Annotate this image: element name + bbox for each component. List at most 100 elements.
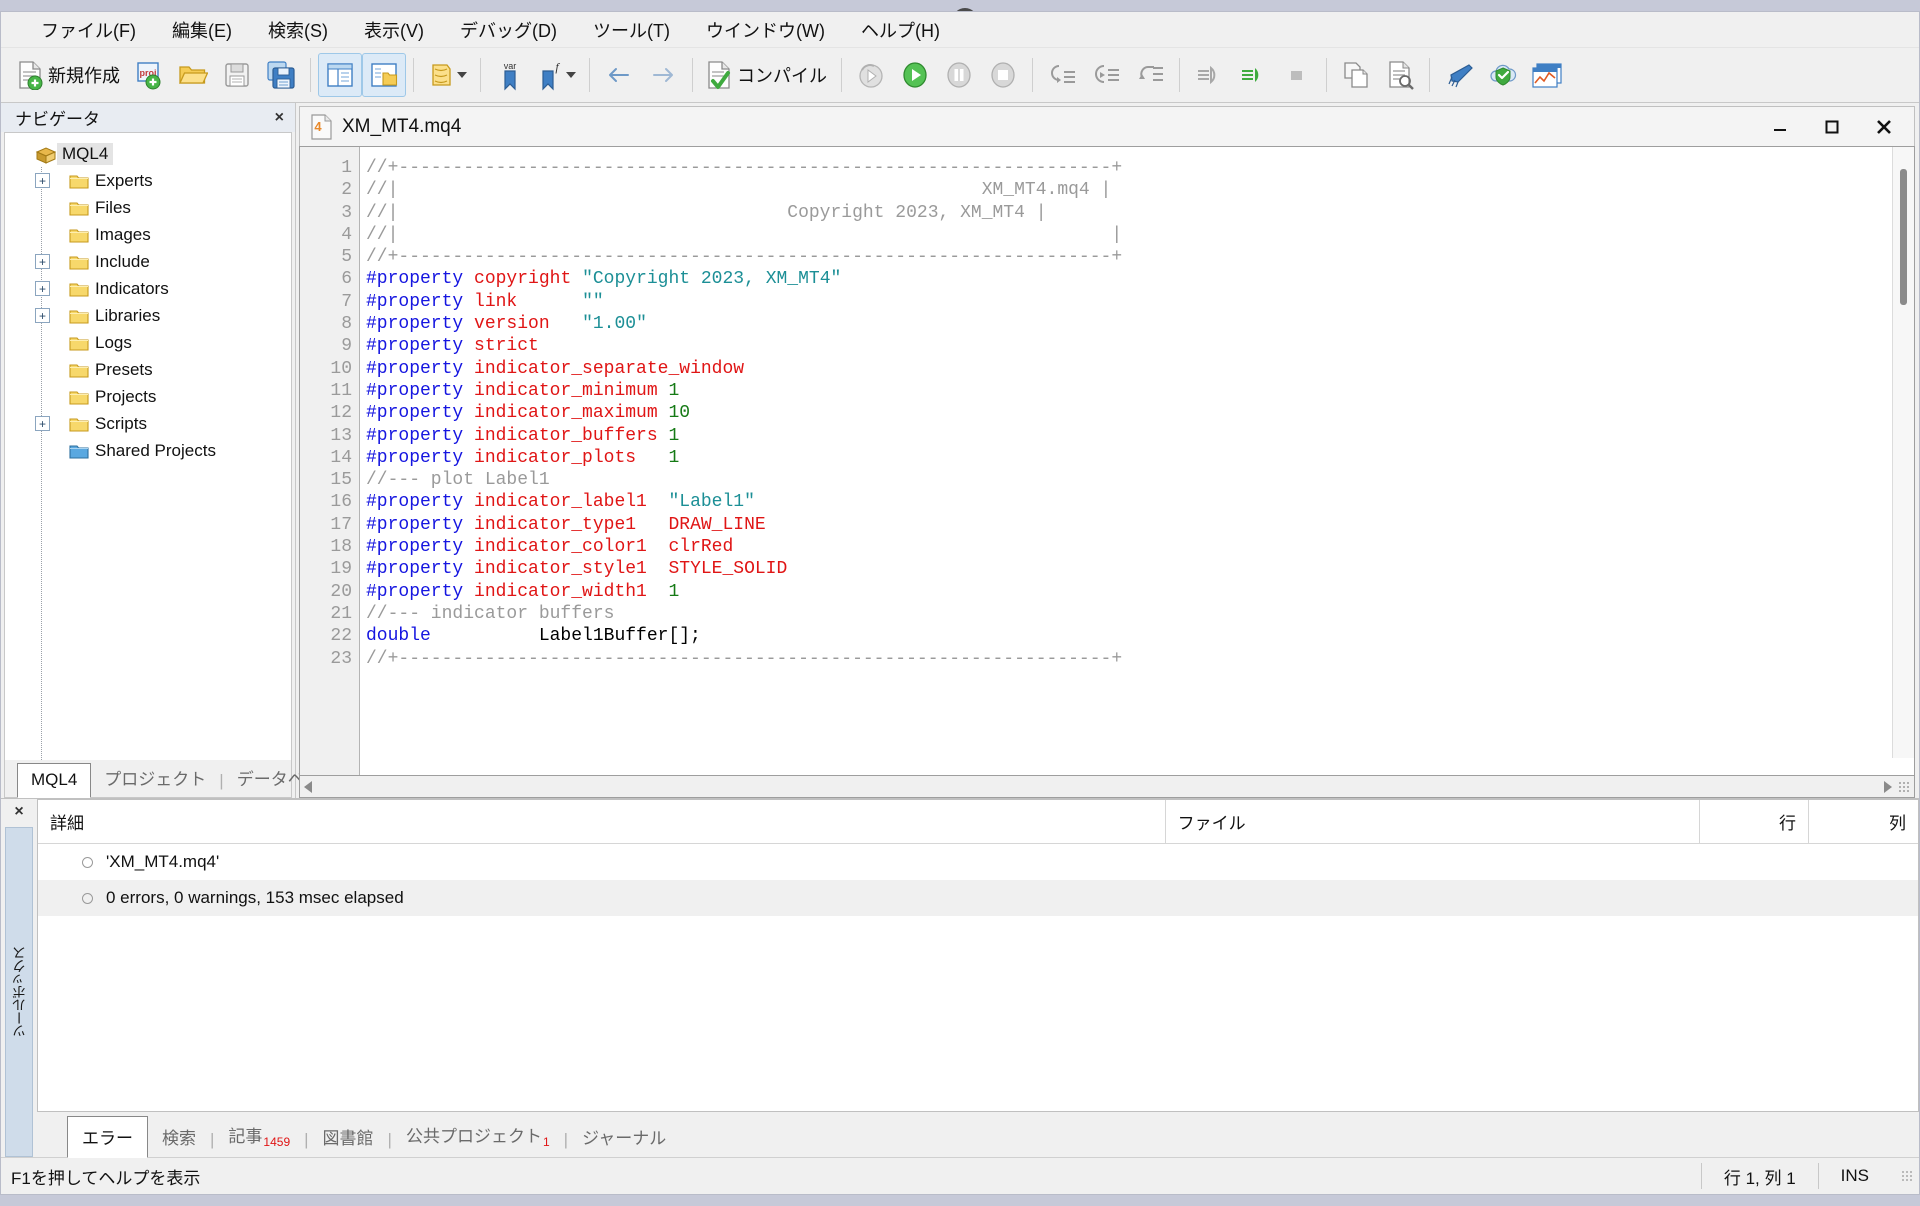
code-line[interactable]: //| XM_MT4.mq4 | [366,179,1914,201]
code-line[interactable]: double Label1Buffer[]; [366,625,1914,647]
menu-help[interactable]: ヘルプ(H) [843,13,958,47]
expand-icon[interactable]: + [35,416,50,431]
code-line[interactable]: #property indicator_maximum 10 [366,402,1914,424]
resize-grip-icon[interactable] [1901,1170,1913,1182]
pause-debug-button[interactable] [937,53,981,97]
resize-grip-icon[interactable] [1898,780,1910,793]
toggle-toolbox-button[interactable] [362,53,406,97]
table-row[interactable]: 'XM_MT4.mq4' [38,844,1918,880]
menu-window[interactable]: ウインドウ(W) [688,13,843,47]
save-all-button[interactable] [259,53,303,97]
mql5-cloud-button[interactable] [1481,53,1525,97]
expand-icon[interactable]: + [35,308,50,323]
tree-item-indicators[interactable]: + Indicators [5,275,291,302]
expand-icon[interactable]: + [35,254,50,269]
menu-edit[interactable]: 編集(E) [154,13,250,47]
save-button[interactable] [215,53,259,97]
editor-vertical-scrollbar[interactable] [1892,147,1914,758]
menu-tools[interactable]: ツール(T) [575,13,688,47]
step-into-button[interactable] [1040,53,1084,97]
code-line[interactable]: #property indicator_buffers 1 [366,425,1914,447]
menu-view[interactable]: 表示(V) [346,13,442,47]
menu-search[interactable]: 検索(S) [250,13,346,47]
open-file-button[interactable] [171,53,215,97]
toolbox-tab-journal[interactable]: ジャーナル [568,1117,680,1157]
toolbox-tab-library[interactable]: 図書館 [309,1117,388,1157]
charts-button[interactable] [1525,53,1569,97]
code-line[interactable]: #property indicator_minimum 1 [366,380,1914,402]
toolbox-tab-search[interactable]: 検索 [148,1117,210,1157]
navigate-forward-button[interactable] [641,53,685,97]
column-column[interactable]: 列 [1809,800,1918,843]
navigator-close-icon[interactable]: × [270,109,289,127]
code-line[interactable]: #property version "1.00" [366,313,1914,335]
run-to-cursor-button[interactable] [1187,53,1231,97]
toolbox-tab-articles[interactable]: 記事1459 [214,1115,304,1157]
tree-item-experts[interactable]: + Experts [5,167,291,194]
code-text[interactable]: //+-------------------------------------… [360,147,1914,775]
column-detail[interactable]: 詳細 [38,800,1166,843]
toolbox-vertical-tab[interactable]: ツールボックス [5,827,33,1157]
bookmark-dropdown-caret[interactable] [566,72,576,78]
restart-debug-button[interactable] [849,53,893,97]
continue-button[interactable] [1231,53,1275,97]
style-button[interactable] [1437,53,1481,97]
code-line[interactable]: #property strict [366,335,1914,357]
tree-item-presets[interactable]: Presets [5,356,291,383]
tree-item-mql4[interactable]: MQL4 [5,140,291,167]
tree-item-scripts[interactable]: + Scripts [5,410,291,437]
code-line[interactable]: #property indicator_separate_window [366,358,1914,380]
code-line[interactable]: #property indicator_label1 "Label1" [366,491,1914,513]
code-line[interactable]: #property indicator_plots 1 [366,447,1914,469]
expand-icon[interactable]: + [35,281,50,296]
close-button[interactable] [1858,108,1910,146]
properties-button[interactable] [421,53,473,97]
editor-horizontal-scrollbar[interactable] [299,776,1915,798]
column-file[interactable]: ファイル [1166,800,1700,843]
find-in-files-button[interactable] [1378,53,1422,97]
scroll-right-icon[interactable] [1884,780,1892,793]
stop-profiling-button[interactable] [1275,53,1319,97]
expand-icon[interactable]: + [35,173,50,188]
column-line[interactable]: 行 [1700,800,1809,843]
navigator-tree[interactable]: MQL4 + Experts Files Images + Include + … [4,132,292,760]
navigator-tab-project[interactable]: プロジェクト [91,759,219,797]
tree-item-projects[interactable]: Projects [5,383,291,410]
toggle-navigator-button[interactable] [318,53,362,97]
copy-button[interactable] [1334,53,1378,97]
menu-file[interactable]: ファイル(F) [23,13,154,47]
code-line[interactable]: //+-------------------------------------… [366,246,1914,268]
code-line[interactable]: //+-------------------------------------… [366,157,1914,179]
code-line[interactable]: #property copyright "Copyright 2023, XM_… [366,268,1914,290]
bookmark-var-button[interactable]: var [488,53,532,97]
compile-button[interactable]: コンパイル [700,53,834,97]
tree-item-files[interactable]: Files [5,194,291,221]
toolbox-tab-errors[interactable]: エラー [67,1116,148,1158]
tree-item-include[interactable]: + Include [5,248,291,275]
navigate-back-button[interactable] [597,53,641,97]
step-out-button[interactable] [1128,53,1172,97]
code-line[interactable]: #property indicator_style1 STYLE_SOLID [366,558,1914,580]
new-project-button[interactable]: proj [127,53,171,97]
tree-item-logs[interactable]: Logs [5,329,291,356]
code-line[interactable]: #property indicator_type1 DRAW_LINE [366,514,1914,536]
code-line[interactable]: //+-------------------------------------… [366,648,1914,670]
step-over-button[interactable] [1084,53,1128,97]
code-line[interactable]: #property link "" [366,291,1914,313]
tree-item-shared-projects[interactable]: Shared Projects [5,437,291,464]
tree-item-libraries[interactable]: + Libraries [5,302,291,329]
toolbox-close-icon[interactable]: × [14,803,23,821]
start-debug-button[interactable] [893,53,937,97]
stop-debug-button[interactable] [981,53,1025,97]
maximize-button[interactable] [1806,108,1858,146]
code-line[interactable]: //| | [366,224,1914,246]
code-editor[interactable]: 1 2 3 4 5 6 7 8 9 10 11 12 13 14 15 16 17 18 19 20 21 22 23 //… [299,146,1915,776]
table-row[interactable]: 0 errors, 0 warnings, 153 msec elapsed [38,880,1918,916]
tree-item-images[interactable]: Images [5,221,291,248]
code-line[interactable]: #property indicator_color1 clrRed [366,536,1914,558]
scrollbar-thumb[interactable] [1900,169,1907,305]
navigator-tab-mql4[interactable]: MQL4 [17,763,92,798]
menu-debug[interactable]: デバッグ(D) [442,13,575,47]
code-line[interactable]: //--- indicator buffers [366,603,1914,625]
code-line[interactable]: #property indicator_width1 1 [366,581,1914,603]
